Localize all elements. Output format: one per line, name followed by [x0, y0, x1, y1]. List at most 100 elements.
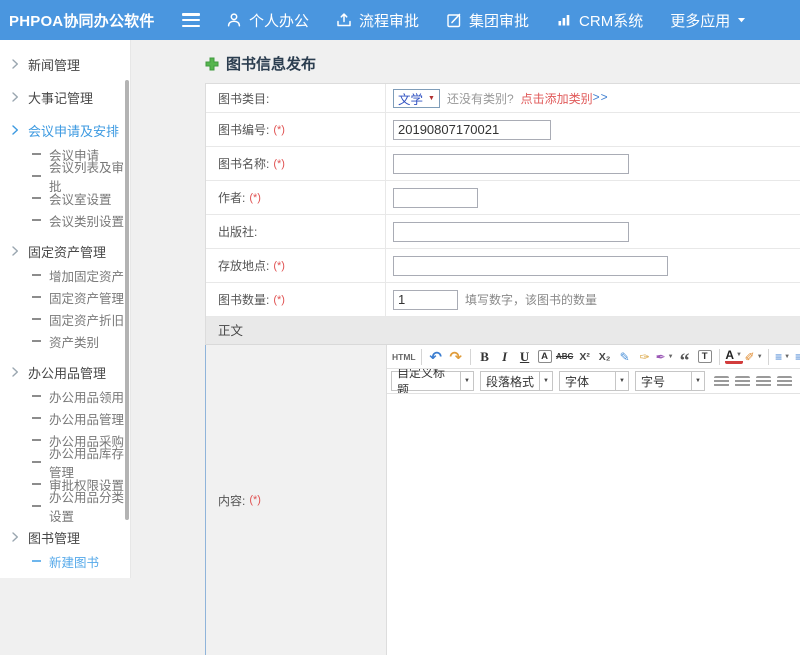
sidebar-item-memorabilia-mgmt[interactable]: 大事记管理 [0, 84, 130, 110]
sidebar-item-supplies-request[interactable]: 办公用品领用 [0, 385, 130, 407]
align-right-button[interactable] [756, 376, 771, 387]
book-category-select[interactable]: 文学 ▼ [393, 89, 440, 108]
select-label: 字体 [560, 373, 615, 390]
nav-item-crm-system[interactable]: CRM系统 [556, 10, 643, 31]
book-publish-form: 图书类目: 文学 ▼ 还没有类别? 点击添加类别 >> 图书编号: (*) [205, 83, 800, 655]
toolbar-separator [470, 349, 471, 365]
author-input[interactable] [393, 188, 478, 208]
align-justify-button[interactable] [777, 376, 792, 387]
sidebar-item-fixed-asset-mgmt[interactable]: 固定资产管理 [0, 238, 130, 264]
clear-html-button[interactable]: ✑ [636, 347, 654, 366]
dash-icon [32, 153, 41, 155]
font-border-button[interactable]: A [538, 350, 552, 363]
edit-icon [446, 12, 462, 28]
sidebar: 新闻管理大事记管理会议申请及安排会议申请会议列表及审批会议室设置会议类别设置固定… [0, 40, 131, 578]
highlight-color-button[interactable]: ✐▼ [745, 347, 763, 366]
remove-format-button[interactable]: ✎ [616, 347, 634, 366]
superscript-button[interactable]: X² [576, 347, 594, 366]
nav-item-more-apps[interactable]: 更多应用 [670, 10, 746, 31]
sidebar-item-fixed-asset-manage[interactable]: 固定资产管理 [0, 286, 130, 308]
form-row-book-quantity: 图书数量: (*) 填写数字，该图书的数量 [206, 283, 800, 317]
page-head: 图书信息发布 [131, 40, 800, 83]
redo-button[interactable]: ↷ [447, 347, 465, 366]
body-section-header: 正文 [206, 317, 800, 345]
dash-icon [32, 505, 41, 507]
required-mark: (*) [273, 294, 285, 306]
chevron-down-icon: ▼ [784, 354, 790, 360]
unordered-list-button[interactable]: ≡▼ [794, 347, 800, 366]
sidebar-item-label: 会议类别设置 [49, 211, 124, 230]
sidebar-item-fixed-asset-depreciation[interactable]: 固定资产折旧 [0, 308, 130, 330]
paint-format-button[interactable]: ✒▼ [656, 347, 674, 366]
storage-location-input[interactable] [393, 256, 668, 276]
add-plus-icon [205, 57, 219, 71]
sidebar-item-news-mgmt[interactable]: 新闻管理 [0, 51, 130, 77]
sidebar-item-supplies-category-setup[interactable]: 办公用品分类设置 [0, 495, 130, 517]
font-size-select[interactable]: 字号▼ [635, 371, 705, 391]
add-category-link-arrows[interactable]: >> [593, 90, 609, 107]
nav-item-workflow-approval[interactable]: 流程审批 [336, 10, 419, 31]
strikethrough-button[interactable]: ABC [556, 347, 574, 366]
sidebar-item-meeting-category-setup[interactable]: 会议类别设置 [0, 209, 130, 231]
user-icon [226, 12, 242, 28]
book-name-input[interactable] [393, 154, 629, 174]
sidebar-item-label: 资产类别 [49, 332, 99, 351]
sidebar-item-supplies-manage[interactable]: 办公用品管理 [0, 407, 130, 429]
sidebar-scrollbar[interactable] [125, 80, 129, 520]
book-quantity-input[interactable] [393, 290, 458, 310]
sidebar-item-book-manage[interactable]: 图书管理 [0, 572, 130, 578]
sidebar-item-supplies-inventory[interactable]: 办公用品库存管理 [0, 451, 130, 473]
link-button[interactable]: ∞ [796, 372, 800, 391]
sidebar-item-label: 增加固定资产 [49, 266, 124, 285]
sidebar-item-meeting-apply-arrange[interactable]: 会议申请及安排 [0, 117, 130, 143]
chevron-right-icon [12, 367, 19, 377]
sidebar-item-label: 大事记管理 [28, 88, 93, 107]
add-category-link[interactable]: 点击添加类别 [521, 90, 593, 107]
italic-button[interactable]: I [496, 347, 514, 366]
required-mark: (*) [249, 494, 261, 506]
chevron-down-icon: ▼ [691, 372, 704, 390]
custom-heading-select[interactable]: 自定义标题▼ [391, 371, 474, 391]
book-number-input[interactable] [393, 120, 551, 140]
nav-item-label: 流程审批 [359, 10, 419, 31]
sidebar-item-label: 会议室设置 [49, 189, 112, 208]
ordered-list-button[interactable]: ≡▼ [774, 347, 792, 366]
nav-item-group-approval[interactable]: 集团审批 [446, 10, 529, 31]
underline-button[interactable]: U [516, 347, 534, 366]
dash-icon [32, 417, 41, 419]
sidebar-item-add-fixed-asset[interactable]: 增加固定资产 [0, 264, 130, 286]
sidebar-item-label: 会议申请及安排 [28, 121, 119, 140]
source-code-button[interactable]: HTML [392, 347, 416, 366]
sidebar-item-meeting-list-approve[interactable]: 会议列表及审批 [0, 165, 130, 187]
required-mark: (*) [249, 192, 261, 204]
required-mark: (*) [273, 260, 285, 272]
paste-text-button[interactable]: T [698, 350, 712, 363]
select-label: 段落格式 [481, 373, 539, 390]
undo-button[interactable]: ↶ [427, 347, 445, 366]
main-content: 图书信息发布 图书类目: 文学 ▼ 还没有类别? 点击添加类别 >> 图书编号: [131, 40, 800, 578]
publisher-input[interactable] [393, 222, 629, 242]
subscript-button[interactable]: X₂ [596, 347, 614, 366]
field-label: 图书数量: [218, 291, 269, 308]
sidebar-item-office-supplies-mgmt[interactable]: 办公用品管理 [0, 359, 130, 385]
font-color-button[interactable]: A▼ [725, 349, 743, 364]
paragraph-format-select[interactable]: 段落格式▼ [480, 371, 553, 391]
sidebar-item-book-mgmt[interactable]: 图书管理 [0, 524, 130, 550]
dash-icon [32, 560, 41, 562]
chevron-down-icon [737, 16, 746, 24]
align-left-button[interactable] [714, 376, 729, 387]
blockquote-button[interactable]: “ [676, 347, 694, 366]
editor-content-area[interactable] [387, 394, 800, 655]
sidebar-item-new-book[interactable]: 新建图书 [0, 550, 130, 572]
hamburger-menu-icon[interactable] [182, 13, 200, 27]
dash-icon [32, 219, 41, 221]
nav-item-label: CRM系统 [579, 10, 643, 31]
sidebar-item-asset-category[interactable]: 资产类别 [0, 330, 130, 352]
nav-item-personal-office[interactable]: 个人办公 [226, 10, 309, 31]
sidebar-item-label: 固定资产折旧 [49, 310, 124, 329]
font-family-select[interactable]: 字体▼ [559, 371, 629, 391]
bold-button[interactable]: B [476, 347, 494, 366]
align-center-button[interactable] [735, 376, 750, 387]
category-hint: 还没有类别? [447, 90, 514, 107]
sidebar-item-meeting-room-setup[interactable]: 会议室设置 [0, 187, 130, 209]
